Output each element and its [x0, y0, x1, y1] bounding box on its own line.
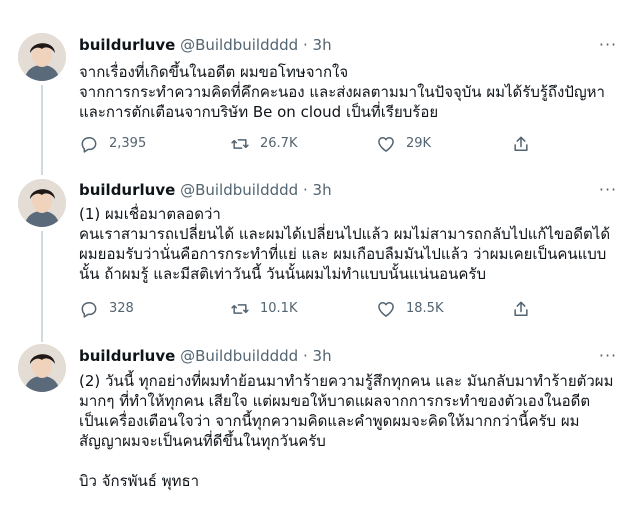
tweet-text: (2) วันนี้ ทุกอย่างที่ผมทำย้อนมาทำร้ายคว… [79, 372, 614, 490]
display-name[interactable]: buildurluve [79, 347, 175, 365]
thread-connector [41, 231, 43, 342]
display-name[interactable]: buildurluve [79, 36, 175, 54]
share-button[interactable] [511, 299, 531, 319]
user-handle[interactable]: @Buildbuildddd [180, 347, 298, 365]
tweet-actions: 328 10.1K 18.5K [79, 299, 619, 323]
tweet-1[interactable]: buildurluve @Buildbuildddd · 3h ··· จากเ… [0, 0, 641, 175]
user-handle[interactable]: @Buildbuildddd [180, 181, 298, 199]
like-button[interactable]: 18.5K [376, 299, 443, 319]
reply-count: 2,395 [109, 136, 147, 151]
retweet-icon [231, 304, 249, 314]
timestamp[interactable]: 3h [313, 347, 332, 365]
tweet-header: buildurluve @Buildbuildddd · 3h [79, 35, 332, 55]
like-count: 18.5K [406, 301, 444, 316]
tweet-text: จากเรื่องที่เกิดขึ้นในอดีต ผมขอโทษจากใจ … [79, 63, 605, 121]
separator-dot: · [302, 36, 308, 54]
timestamp[interactable]: 3h [313, 181, 332, 199]
avatar[interactable] [18, 344, 66, 392]
more-options-icon[interactable]: ··· [597, 348, 619, 365]
separator-dot: · [302, 347, 308, 365]
user-handle[interactable]: @Buildbuildddd [180, 36, 298, 54]
avatar[interactable] [18, 179, 66, 227]
thread-connector [41, 85, 43, 175]
retweet-count: 10.1K [260, 301, 298, 316]
retweet-button[interactable]: 10.1K [230, 299, 297, 319]
retweet-icon [231, 139, 249, 149]
tweet-2[interactable]: buildurluve @Buildbuildddd · 3h ··· (1) … [0, 170, 641, 342]
more-options-icon[interactable]: ··· [597, 182, 619, 199]
reply-count: 328 [109, 301, 134, 316]
separator-dot: · [302, 181, 308, 199]
reply-icon [81, 302, 97, 318]
retweet-button[interactable]: 26.7K [230, 134, 297, 154]
like-count: 29K [406, 136, 432, 151]
tweet-text: (1) ผมเชื่อมาตลอดว่า คนเราสามารถเปลี่ยนไ… [79, 205, 611, 283]
like-button[interactable]: 29K [376, 134, 431, 154]
display-name[interactable]: buildurluve [79, 181, 175, 199]
tweet-actions: 2,395 26.7K 29K [79, 134, 619, 158]
avatar[interactable] [18, 33, 66, 81]
tweet-3[interactable]: buildurluve @Buildbuildddd · 3h ··· (2) … [0, 338, 641, 509]
more-options-icon[interactable]: ··· [597, 37, 619, 54]
reply-button[interactable]: 2,395 [79, 134, 146, 154]
heart-icon [378, 302, 394, 317]
reply-button[interactable]: 328 [79, 299, 134, 319]
tweet-header: buildurluve @Buildbuildddd · 3h [79, 180, 332, 200]
share-icon [514, 136, 528, 151]
timestamp[interactable]: 3h [313, 36, 332, 54]
heart-icon [378, 137, 394, 152]
tweet-header: buildurluve @Buildbuildddd · 3h [79, 346, 332, 366]
share-button[interactable] [511, 134, 531, 154]
share-icon [514, 301, 528, 316]
retweet-count: 26.7K [260, 136, 298, 151]
reply-icon [81, 137, 97, 153]
